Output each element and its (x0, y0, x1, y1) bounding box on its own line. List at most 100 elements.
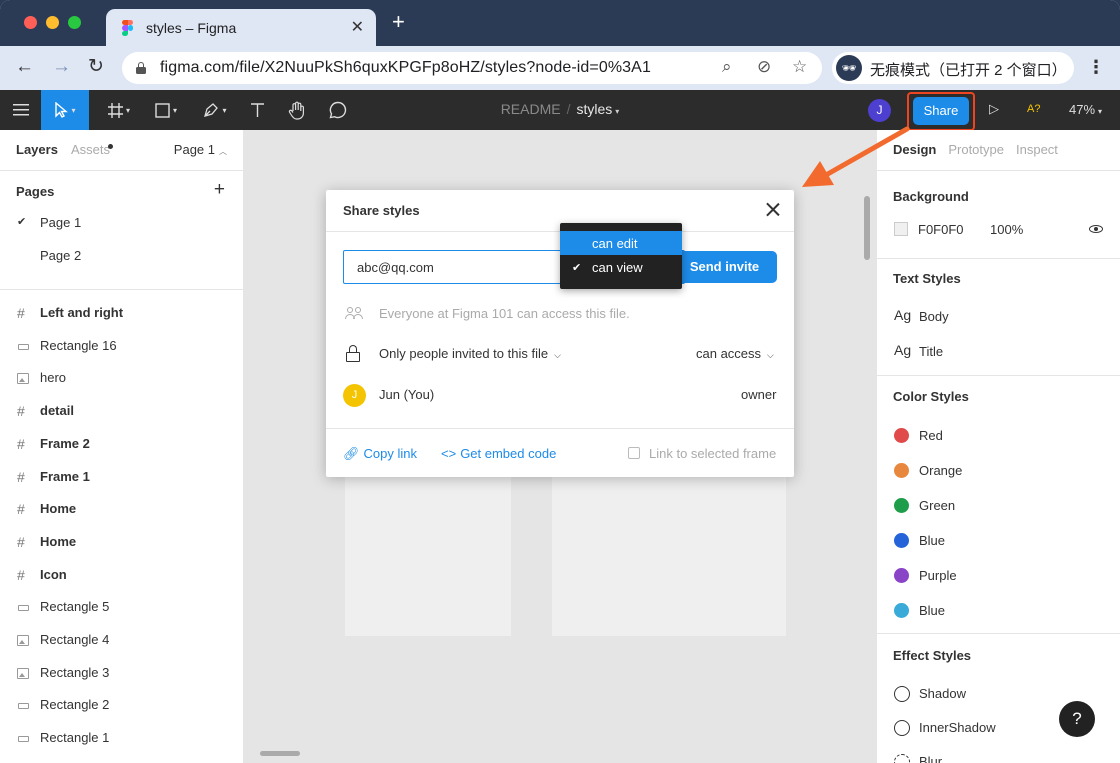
dialog-title: Share styles (343, 203, 420, 218)
layer-label: Rectangle 4 (40, 632, 110, 647)
layer-row[interactable]: Rectangle 2 (0, 690, 244, 720)
left-panel-tabs: Layers Assets (16, 142, 113, 157)
layer-label: Icon (40, 566, 67, 582)
new-tab-icon[interactable]: + (392, 11, 405, 33)
url-text[interactable]: figma.com/file/X2NuuPkSh6quxKPGFp8oHZ/st… (160, 59, 651, 77)
link-to-frame-label: Link to selected frame (649, 446, 777, 461)
layer-row[interactable]: # Frame 2 (0, 429, 244, 459)
layer-row[interactable]: # Frame 1 (0, 462, 244, 492)
rectangle-icon (18, 736, 29, 743)
permission-option[interactable]: can edit (560, 231, 682, 255)
color-style-label: Blue (919, 602, 946, 618)
color-swatch-icon (894, 462, 909, 478)
background-opacity-value[interactable]: 100% (990, 222, 1023, 237)
incognito-indicator[interactable]: 🕶 无痕模式（已打开 2 个窗口） (832, 52, 1074, 84)
layer-row[interactable]: # detail (0, 396, 244, 426)
shadow-icon (894, 720, 910, 736)
browser-tab-figma[interactable]: styles – Figma ✕ (106, 9, 376, 46)
tab-inspect[interactable]: Inspect (1016, 142, 1058, 157)
eye-icon[interactable] (1089, 222, 1103, 236)
help-button[interactable]: ? (1059, 701, 1095, 737)
horizontal-scrollbar[interactable] (260, 751, 300, 756)
breadcrumb-separator: / (566, 101, 571, 117)
back-arrow-icon[interactable]: ← (15, 56, 34, 78)
copy-link-button[interactable]: 🔗︎ Copy link (343, 446, 417, 462)
incognito-label: 无痕模式（已打开 2 个窗口） (870, 62, 1067, 79)
code-brackets-icon: <> (441, 446, 457, 461)
send-invite-button[interactable]: Send invite (672, 251, 777, 283)
color-style-label: Purple (919, 567, 957, 583)
bookmark-star-icon[interactable]: ☆ (792, 57, 807, 77)
tab-prototype[interactable]: Prototype (948, 142, 1004, 157)
project-name[interactable]: README (501, 101, 561, 117)
layer-row[interactable]: # Left and right (0, 298, 244, 328)
blur-icon (894, 754, 910, 763)
layer-row[interactable]: Rectangle 3 (0, 658, 244, 688)
permission-option[interactable]: ✔ can view (560, 255, 682, 279)
text-style-item[interactable]: Ag Body (894, 307, 949, 329)
checkmark-icon: ✔ (17, 216, 27, 228)
layer-row[interactable]: # Home (0, 527, 244, 557)
frame-hash-icon: # (17, 403, 25, 420)
browser-menu-icon[interactable]: ⋮ (1087, 54, 1105, 80)
vertical-scrollbar[interactable] (864, 196, 870, 260)
layer-row[interactable]: Rectangle 4 (0, 625, 244, 655)
close-window-button[interactable] (24, 16, 37, 29)
reload-icon[interactable]: ↻ (88, 56, 104, 78)
divider (326, 428, 794, 429)
embed-code-button[interactable]: <> Get embed code (441, 446, 556, 461)
divider (0, 289, 244, 290)
zoom-level[interactable]: 47% ▾ (1069, 102, 1102, 117)
background-color-swatch[interactable] (894, 222, 908, 236)
layer-label: Frame 1 (40, 468, 90, 484)
text-style-item[interactable]: Ag Title (894, 342, 943, 364)
close-tab-icon[interactable]: ✕ (351, 17, 364, 37)
member-avatar: J (343, 384, 366, 407)
permission-dropdown: can edit ✔ can view (560, 223, 682, 289)
checkmark-icon: ✔ (572, 262, 582, 274)
color-swatch-icon (894, 532, 909, 548)
background-hex-value[interactable]: F0F0F0 (918, 222, 964, 237)
access-level-select[interactable]: can access ⌵ (696, 346, 774, 361)
share-button[interactable]: Share (913, 97, 969, 125)
color-styles-heading: Color Styles (893, 389, 969, 404)
close-icon[interactable] (765, 202, 781, 218)
page-item[interactable]: ✔ Page 1 (0, 208, 244, 238)
address-bar[interactable]: figma.com/file/X2NuuPkSh6quxKPGFp8oHZ/st… (122, 52, 822, 84)
missing-fonts-indicator[interactable]: A? (1027, 103, 1040, 115)
minimize-window-button[interactable] (46, 16, 59, 29)
layer-row[interactable]: Rectangle 1 (0, 723, 244, 753)
chevron-up-icon: ︿ (219, 147, 227, 156)
color-swatch-icon (894, 497, 909, 513)
maximize-window-button[interactable] (68, 16, 81, 29)
layer-label: Home (40, 533, 77, 549)
file-name[interactable]: styles (576, 101, 612, 117)
layer-row[interactable]: Rectangle 16 (0, 331, 244, 361)
layer-row[interactable]: # Home (0, 494, 244, 524)
present-play-icon[interactable]: ▷ (989, 101, 999, 117)
tab-layers[interactable]: Layers (16, 142, 58, 157)
chevron-down-icon: ⌵ (554, 350, 561, 360)
access-scope-select[interactable]: Only people invited to this file ⌵ (379, 346, 561, 361)
link-to-frame-checkbox[interactable] (628, 447, 640, 459)
frame-hash-icon: # (17, 305, 25, 321)
embed-code-label: Get embed code (460, 446, 557, 461)
tracking-blocked-eye-icon[interactable]: ⊘ (757, 57, 771, 77)
effect-style-label: Blur (919, 754, 943, 763)
add-page-icon[interactable]: + (214, 179, 225, 201)
zoom-icon[interactable]: ⌕ (722, 57, 732, 77)
layer-label: Left and right (40, 305, 124, 320)
page-item[interactable]: Page 2 (0, 241, 244, 271)
forward-arrow-icon[interactable]: → (52, 56, 71, 78)
layer-row[interactable]: hero (0, 363, 244, 393)
chevron-down-icon[interactable]: ▾ (615, 107, 619, 116)
member-name: Jun (You) (379, 387, 435, 402)
layer-row[interactable]: Rectangle 5 (0, 592, 244, 622)
tab-strip: styles – Figma ✕ + (0, 0, 1120, 46)
lock-icon[interactable] (136, 62, 146, 74)
people-icon (345, 307, 363, 319)
layer-row[interactable]: # Icon (0, 560, 244, 590)
page-selector[interactable]: Page 1 ︿ (174, 142, 227, 157)
tab-assets[interactable]: Assets (71, 142, 110, 157)
org-access-note: Everyone at Figma 101 can access this fi… (379, 306, 630, 321)
